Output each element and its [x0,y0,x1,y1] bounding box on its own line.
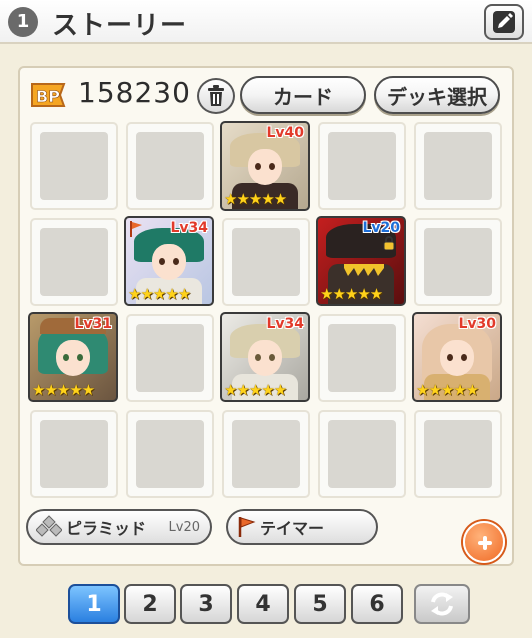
character-face [440,339,474,376]
class-skill-button[interactable]: テイマー [226,509,378,545]
unit-card[interactable]: Lv31 ★★★★★ [28,312,118,402]
unit-level: Lv20 [362,220,400,236]
monster-teeth [344,264,384,276]
empty-slot[interactable] [318,314,406,402]
unit-level: Lv31 [74,316,112,332]
empty-slot[interactable] [414,122,502,210]
deck-page-tab-5[interactable]: 5 [294,584,346,624]
formation-button[interactable]: ピラミッド Lv20 [26,509,212,545]
empty-slot[interactable] [318,410,406,498]
empty-slot[interactable] [30,410,118,498]
formation-level: Lv20 [168,519,200,535]
deck-select-button[interactable]: デッキ選択 [374,76,500,114]
unit-level: Lv40 [266,125,304,141]
deck-page-tab-6[interactable]: 6 [351,584,403,624]
edit-button[interactable] [484,4,524,40]
empty-slot[interactable] [414,218,502,306]
deck-page-tab-2[interactable]: 2 [124,584,176,624]
refresh-button[interactable] [414,584,470,624]
class-skill-label: テイマー [260,519,325,538]
tamer-flag-icon [238,517,256,537]
empty-slot[interactable] [318,122,406,210]
deck-page-tab-4[interactable]: 4 [237,584,289,624]
character-face [248,148,282,185]
empty-slot[interactable] [414,410,502,498]
empty-slot[interactable] [126,122,214,210]
empty-slot[interactable] [222,218,310,306]
empty-slot[interactable] [30,122,118,210]
class-flag-icon [130,221,142,237]
unit-stars: ★★★★★ [224,190,287,208]
lock-icon [383,236,395,250]
unit-card[interactable]: Lv30 ★★★★★ [412,312,502,402]
character-face [152,243,186,280]
deck-page-tab-1[interactable]: 1 [68,584,120,624]
trash-icon [208,85,224,106]
unit-level: Lv34 [266,316,304,332]
unit-card[interactable]: Lv34 ★★★★★ [124,216,214,306]
unit-stars: ★★★★★ [416,381,479,399]
empty-slot[interactable] [222,410,310,498]
unit-stars: ★★★★★ [32,381,95,399]
unit-card[interactable]: Lv20 ★★★★★ [316,216,406,306]
unit-level: Lv34 [170,220,208,236]
character-face [56,339,90,376]
empty-slot[interactable] [126,410,214,498]
add-button[interactable] [463,521,505,563]
empty-slot[interactable] [126,314,214,402]
unit-card[interactable]: Lv40 ★★★★★ [220,121,310,211]
unit-level: Lv30 [458,316,496,332]
bp-value: 158230 [78,76,191,109]
page-title: ストーリー [52,11,188,41]
unit-stars: ★★★★★ [320,285,383,303]
bp-label: BP [36,87,60,106]
card-button[interactable]: カード [240,76,366,114]
pyramid-formation-icon [36,515,62,537]
refresh-icon [431,592,453,616]
unit-stars: ★★★★★ [224,381,287,399]
unit-card[interactable]: Lv34 ★★★★★ [220,312,310,402]
character-face [248,339,282,376]
deck-page-tab-3[interactable]: 3 [180,584,232,624]
header-bar: 1 ストーリー [0,0,532,44]
clear-deck-button[interactable] [197,78,235,114]
unit-stars: ★★★★★ [128,285,191,303]
bp-icon: BP [31,83,66,107]
pencil-icon [493,11,515,33]
story-number-badge: 1 [8,7,38,37]
formation-label: ピラミッド [66,519,147,538]
empty-slot[interactable] [30,218,118,306]
